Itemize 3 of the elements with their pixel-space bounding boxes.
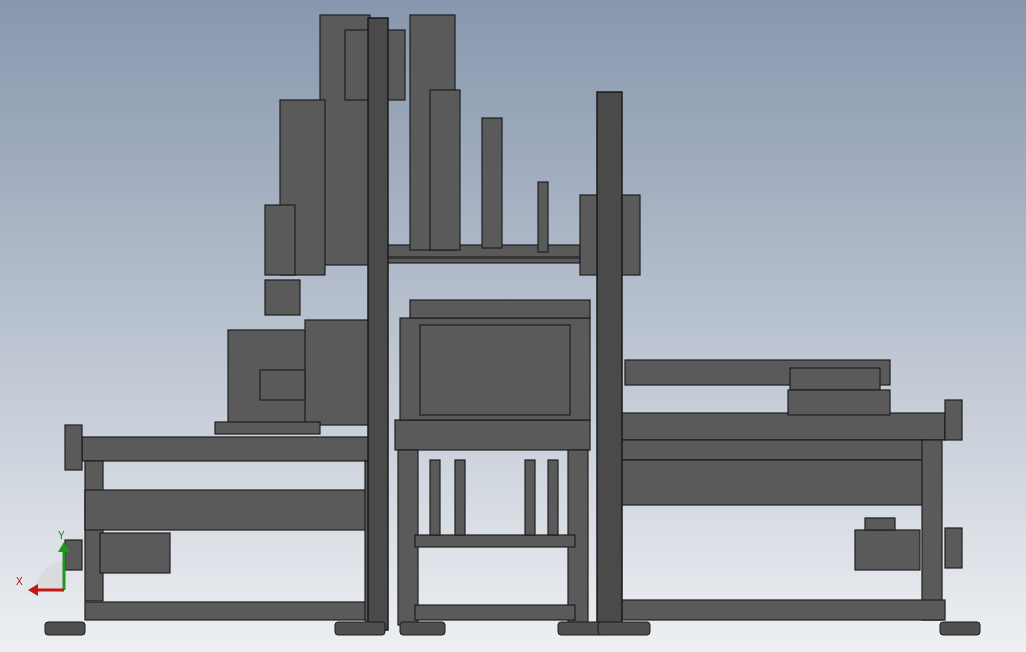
axis-triad-icon [26,540,72,596]
y-axis-label: Y [58,531,65,541]
x-axis-label: X [16,577,23,587]
